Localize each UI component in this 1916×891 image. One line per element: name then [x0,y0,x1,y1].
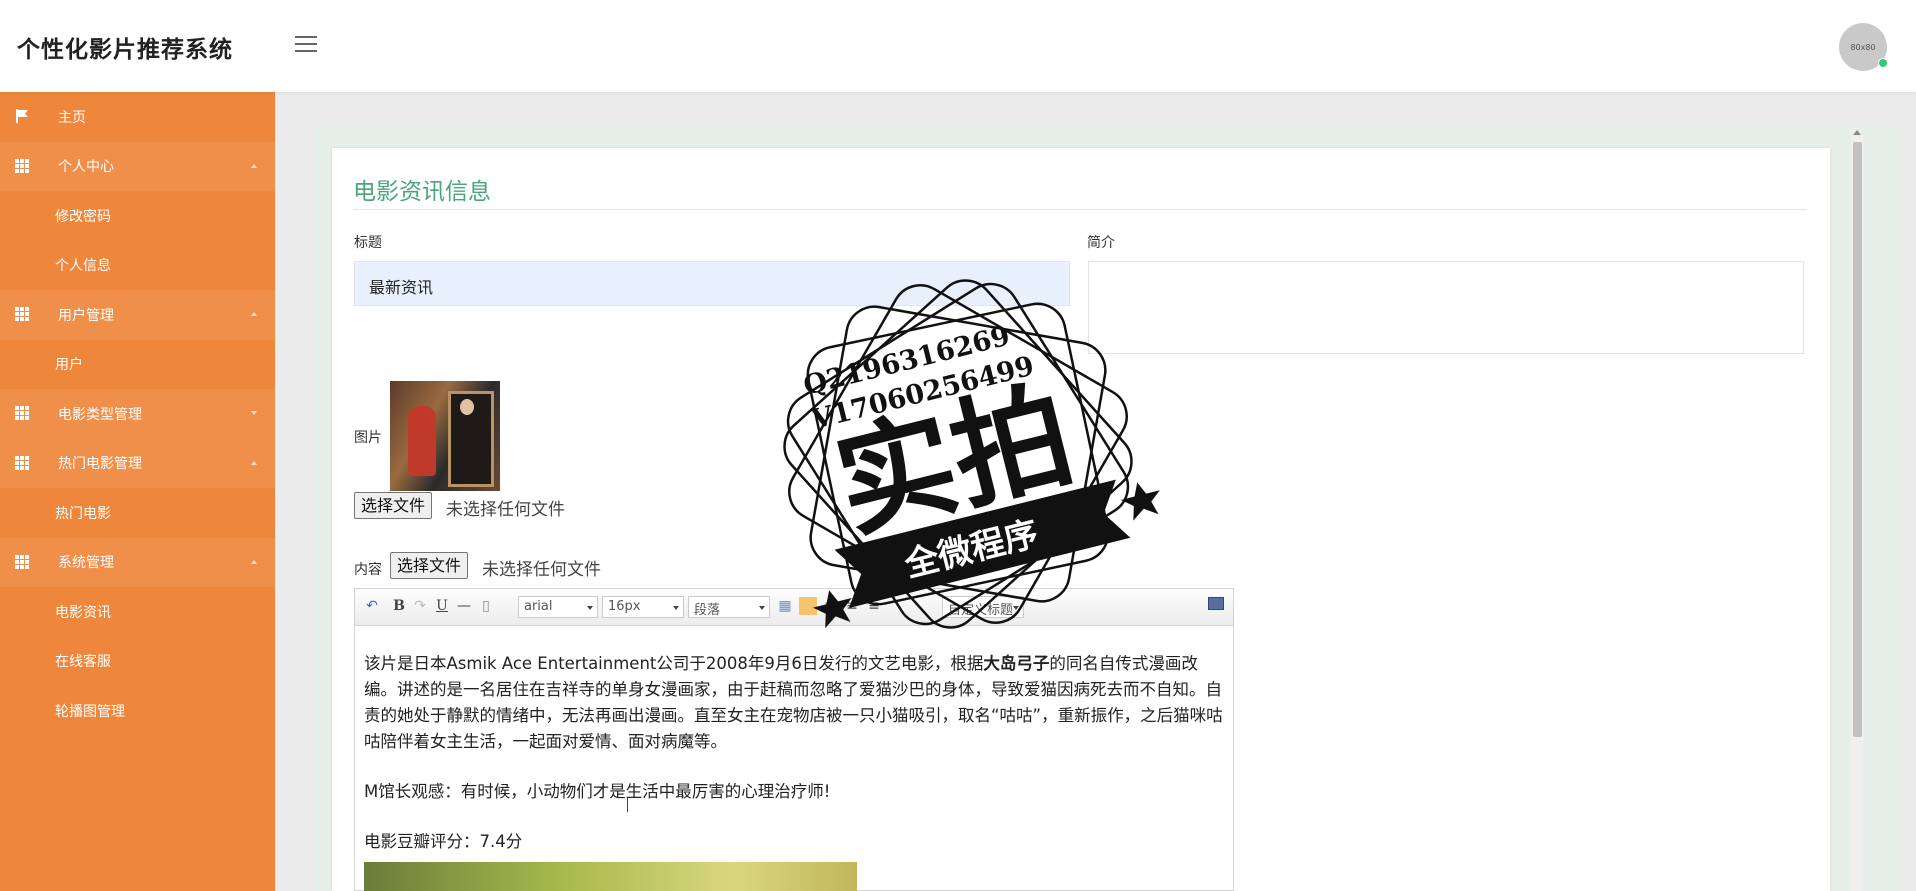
fullscreen-icon[interactable] [1208,597,1224,610]
sidebar-item-label: 热门电影管理 [58,456,142,473]
flag-icon [16,109,28,123]
sidebar-item-users[interactable]: 用户 [0,340,275,390]
sidebar-item-carousel-management[interactable]: 轮播图管理 [0,686,275,736]
grid-icon [15,554,29,569]
sidebar-item-label: 系统管理 [58,555,114,572]
chevron-up-icon [251,559,257,564]
font-family-value: arial [524,599,553,614]
movie-poster-image [390,381,500,491]
paragraph-select[interactable]: 段落 [688,596,770,618]
sidebar-item-label: 主页 [58,109,86,126]
highlight-icon[interactable] [799,597,817,615]
avatar-label: 80x80 [1850,42,1876,52]
font-size-select[interactable]: 16px [602,596,684,618]
chevron-up-icon [251,460,257,465]
align-icon[interactable]: ≡ [821,597,839,615]
online-status-icon [1878,58,1888,68]
horizontal-rule-icon[interactable]: — [455,597,473,615]
title-input[interactable]: 最新资讯 [354,261,1070,306]
sidebar-item-movie-type-management[interactable]: 电影类型管理 [0,389,275,439]
custom-heading-select[interactable]: 自定义标题 [942,596,1024,618]
content-paragraph-3: 电影豆瓣评分：7.4分 [364,832,523,851]
custom-heading-value: 自定义标题 [948,603,1014,618]
sidebar-item-label: 电影类型管理 [58,406,142,423]
sidebar-item-hot-movie-management[interactable]: 热门电影管理 [0,438,275,488]
document-icon[interactable]: ▯ [477,597,495,615]
strikethrough-icon[interactable]: ≡ [843,597,861,615]
summary-textarea[interactable] [1088,261,1804,354]
chevron-up-icon [251,312,257,316]
top-bar: 个性化影片推荐系统 80x80 [0,0,1916,92]
sidebar-item-online-service[interactable]: 在线客服 [0,637,275,687]
sidebar-item-movie-news[interactable]: 电影资讯 [0,587,275,637]
content-image [364,862,857,891]
sidebar-item-personal-info[interactable]: 个人信息 [0,241,275,291]
editor-toolbar: ↶ B ↷ U — ▯ arial 16px 段落 ▦ ≡ ≡ ≡ 自定义标题 [355,589,1233,626]
content-paragraph-1: 该片是日本Asmik Ace Entertainment公司于2008年9月6日… [364,651,1229,755]
image-label: 图片 [354,430,382,446]
underline-icon[interactable]: U [433,597,451,615]
sidebar-item-change-password[interactable]: 修改密码 [0,191,275,241]
sidebar-item-label: 用户 [55,357,83,374]
sidebar-item-system-management[interactable]: 系统管理 [0,537,275,587]
sidebar-item-label: 在线客服 [55,654,111,671]
content-bold-author: 大岛弓子 [983,654,1050,673]
hamburger-menu-icon[interactable] [295,36,317,52]
sidebar-item-user-management[interactable]: 用户管理 [0,290,275,340]
chevron-down-icon [251,411,257,415]
sidebar-item-label: 电影资讯 [55,604,111,621]
image-file-button[interactable]: 选择文件 [354,492,433,519]
sidebar-item-label: 热门电影 [55,505,111,522]
sidebar-item-label: 个人信息 [55,258,111,275]
content-paragraph-2: M馆长观感：有时候，小动物们才是生活中最厉害的心理治疗师! [364,782,831,801]
content-file-status: 未选择任何文件 [482,560,601,580]
content-text: 该片是日本Asmik Ace Entertainment公司于2008年9月6日… [364,654,984,673]
content-label: 内容 [354,562,382,578]
grid-icon [15,406,29,420]
sidebar-item-label: 修改密码 [55,208,111,225]
list-icon[interactable]: ≡ [865,597,883,615]
text-cursor-icon [627,798,628,812]
image-file-status: 未选择任何文件 [446,500,565,520]
grid-icon [15,307,29,321]
grid-icon [15,158,29,173]
sidebar-item-label: 个人中心 [58,159,114,176]
grid-icon [15,455,29,470]
redo-icon[interactable]: ↷ [411,597,429,615]
sidebar: 主页 个人中心 修改密码 个人信息 用户管理 用户 电影类型管理 热门电影管理 … [0,92,275,891]
sidebar-item-personal-center[interactable]: 个人中心 [0,141,275,191]
editor-content[interactable]: 该片是日本Asmik Ace Entertainment公司于2008年9月6日… [364,651,1229,855]
sidebar-item-home[interactable]: 主页 [0,92,275,142]
scroll-up-icon[interactable] [1853,130,1861,135]
font-size-value: 16px [608,599,641,614]
sidebar-item-label: 轮播图管理 [55,703,125,720]
chevron-up-icon [251,163,257,168]
undo-icon[interactable]: ↶ [363,597,381,615]
bold-icon[interactable]: B [390,597,408,615]
summary-label: 简介 [1087,235,1115,251]
sidebar-item-hot-movies[interactable]: 热门电影 [0,488,275,538]
title-divider [353,209,1807,210]
app-title: 个性化影片推荐系统 [17,37,233,63]
title-label: 标题 [354,235,382,251]
scrollbar-thumb[interactable] [1853,142,1862,737]
paragraph-value: 段落 [694,603,721,618]
table-icon[interactable]: ▦ [776,597,794,615]
page-title: 电影资讯信息 [353,179,491,205]
content-file-button[interactable]: 选择文件 [390,552,469,579]
sidebar-item-label: 用户管理 [58,307,114,324]
font-family-select[interactable]: arial [518,596,598,618]
